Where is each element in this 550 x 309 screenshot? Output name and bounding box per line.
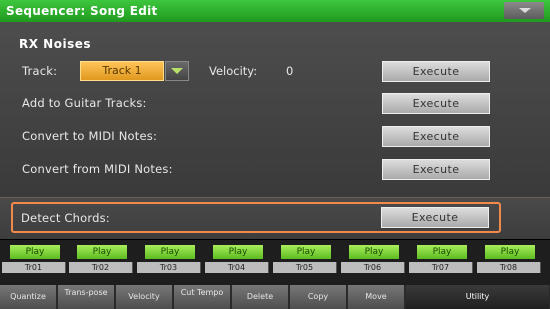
track-dropdown-arrow-icon[interactable] <box>165 61 189 81</box>
execute-rx-noises-button[interactable]: Execute <box>382 61 490 82</box>
track-play-button[interactable]: Play <box>281 245 331 259</box>
track-play-button[interactable]: Play <box>77 245 127 259</box>
execute-detect-chords-button[interactable]: Execute <box>381 207 489 228</box>
tab-delete[interactable]: Delete <box>232 285 289 309</box>
track-name: Tr08 <box>477 262 541 273</box>
track-play-button[interactable]: Play <box>10 245 60 259</box>
execute-convert-to-midi-button[interactable]: Execute <box>382 126 490 147</box>
track-name: Tr02 <box>69 262 133 273</box>
track-name: Tr03 <box>137 262 201 273</box>
add-to-guitar-tracks-label: Add to Guitar Tracks: <box>22 96 147 110</box>
track-label: Track: <box>22 64 58 78</box>
track-play-button[interactable]: Play <box>145 245 195 259</box>
tab-utility[interactable]: Utility <box>406 285 550 309</box>
track-name: Tr05 <box>273 262 337 273</box>
execute-convert-from-midi-button[interactable]: Execute <box>382 159 490 180</box>
track-play-button[interactable]: Play <box>485 245 535 259</box>
edit-tabs: Quantize Trans-pose Velocity Cut Tempo D… <box>0 285 550 309</box>
convert-from-midi-label: Convert from MIDI Notes: <box>22 162 173 176</box>
tab-cut-tempo[interactable]: Cut Tempo <box>174 285 231 309</box>
tab-move[interactable]: Move <box>348 285 405 309</box>
velocity-label: Velocity: <box>209 64 258 78</box>
track-name: Tr07 <box>409 262 473 273</box>
track-play-button[interactable]: Play <box>349 245 399 259</box>
tab-velocity[interactable]: Velocity <box>116 285 173 309</box>
page-menu-button[interactable] <box>504 2 544 19</box>
page-title: Sequencer: Song Edit <box>6 4 158 18</box>
tab-copy[interactable]: Copy <box>290 285 347 309</box>
track-play-button[interactable]: Play <box>213 245 263 259</box>
section-title: RX Noises <box>19 37 91 51</box>
track-name: Tr01 <box>2 262 66 273</box>
track-select[interactable]: Track 1 <box>80 61 164 81</box>
detect-chords-label: Detect Chords: <box>21 211 110 225</box>
velocity-value[interactable]: 0 <box>286 64 293 78</box>
track-play-button[interactable]: Play <box>417 245 467 259</box>
title-bar: Sequencer: Song Edit <box>0 0 550 22</box>
track-name: Tr06 <box>341 262 405 273</box>
execute-add-to-guitar-tracks-button[interactable]: Execute <box>382 93 490 114</box>
tab-quantize[interactable]: Quantize <box>0 285 57 309</box>
convert-to-midi-label: Convert to MIDI Notes: <box>22 129 158 143</box>
tab-transpose[interactable]: Trans-pose <box>58 285 115 309</box>
track-strip: Play Tr01 Play Tr02 Play Tr03 Play Tr04 Play… <box>0 240 550 285</box>
track-name: Tr04 <box>205 262 269 273</box>
